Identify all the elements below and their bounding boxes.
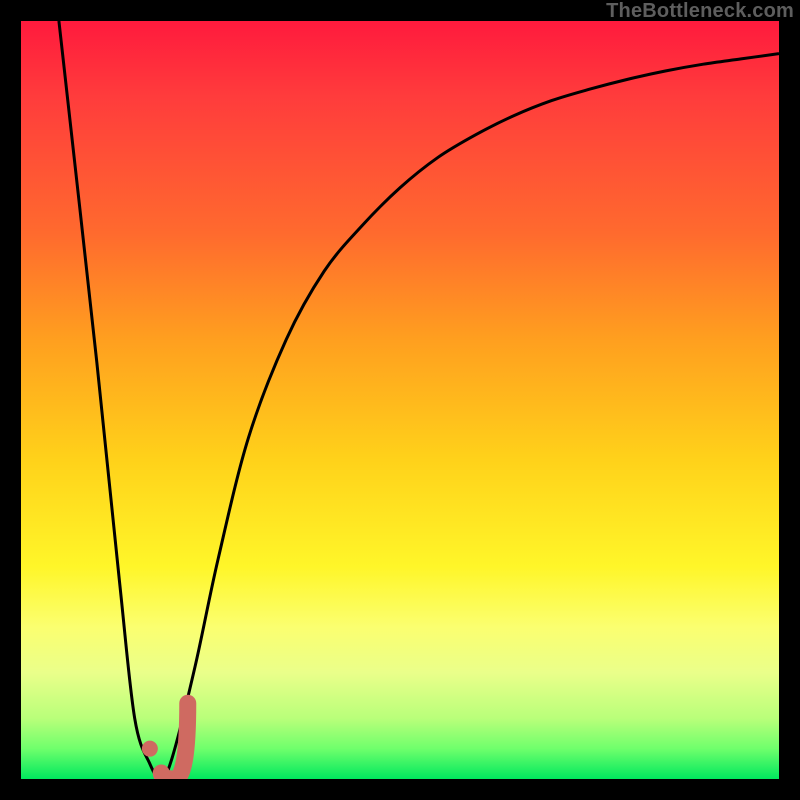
optimum-dot-marker	[142, 741, 158, 757]
chart-frame: TheBottleneck.com	[0, 0, 800, 800]
chart-svg	[21, 21, 779, 779]
bottleneck-curve	[59, 21, 779, 779]
optimum-hook-marker	[161, 703, 188, 779]
chart-plot-area	[21, 21, 779, 779]
watermark-text: TheBottleneck.com	[606, 0, 794, 23]
